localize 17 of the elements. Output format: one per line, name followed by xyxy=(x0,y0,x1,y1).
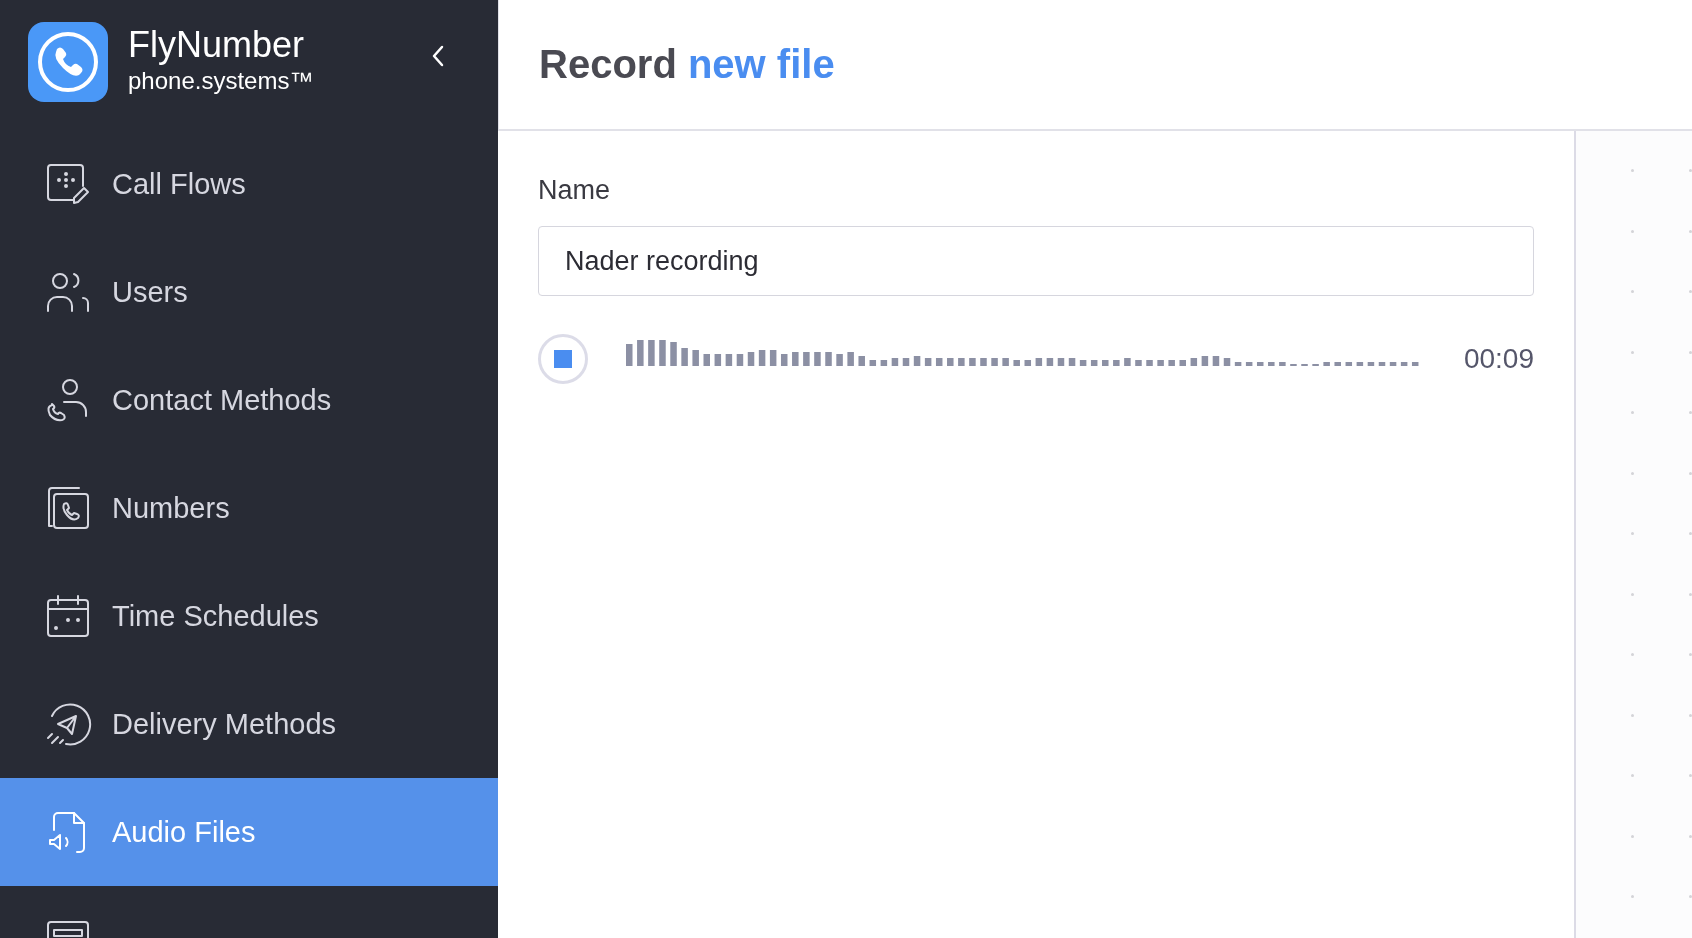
name-input-field[interactable]: Nader recording xyxy=(538,226,1534,296)
paper-plane-icon xyxy=(44,700,92,748)
sidebar-item[interactable]: Numbers xyxy=(0,454,498,562)
sidebar-item[interactable]: Delivery Methods xyxy=(0,670,498,778)
calendar-icon xyxy=(44,592,92,640)
sidebar-item[interactable]: Contact Methods xyxy=(0,346,498,454)
brand-name: FlyNumber xyxy=(128,24,306,66)
collapse-chevron-icon[interactable] xyxy=(430,44,446,68)
sidebar-item[interactable]: Users xyxy=(0,238,498,346)
recording-time: 00:09 xyxy=(1463,343,1534,375)
page-title: Record new file xyxy=(539,42,835,87)
sidebar-item[interactable]: Time Schedules xyxy=(0,562,498,670)
sidebar-item[interactable]: Call Flows xyxy=(0,130,498,238)
brand-tagline: phone.systems™ xyxy=(128,66,315,96)
name-label: Name xyxy=(538,175,612,206)
logo-icon xyxy=(28,22,108,102)
stop-button[interactable] xyxy=(538,334,588,384)
